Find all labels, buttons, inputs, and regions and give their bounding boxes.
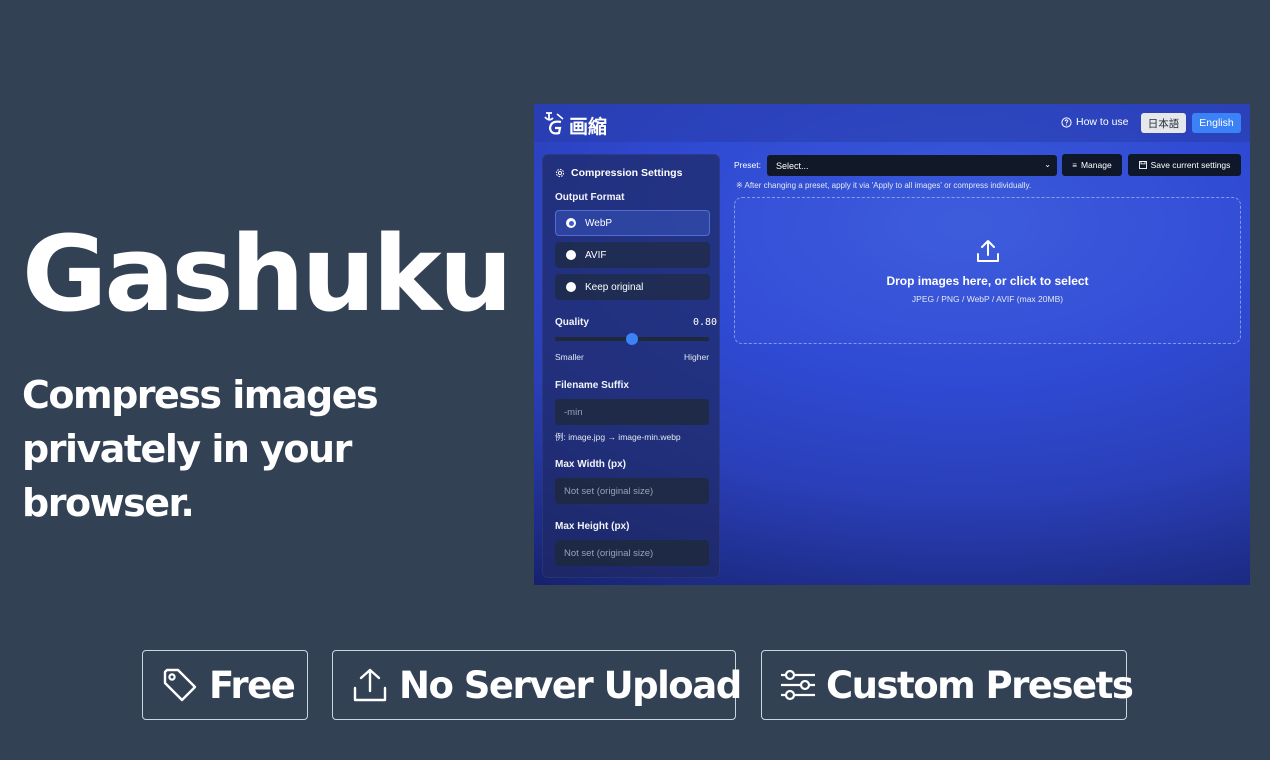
sliders-icon [781, 669, 815, 701]
save-settings-label: Save current settings [1150, 160, 1231, 170]
hero-subtitle: Compress images privately in your browse… [22, 368, 522, 530]
feature-custom-presets: Custom Presets [761, 650, 1134, 720]
format-option-keep-original[interactable]: Keep original [555, 274, 710, 300]
upload-icon [353, 668, 387, 702]
app-header: 画縮 How to use 日本語 English [534, 104, 1250, 142]
preset-selected-value: Select... [776, 160, 809, 171]
quality-max-label: Higher [684, 352, 710, 362]
output-format-label: Output Format [555, 192, 625, 203]
format-option-label: WebP [585, 217, 613, 229]
radio-icon [566, 282, 576, 292]
gear-icon [555, 168, 565, 178]
quality-value: 0.80 [693, 317, 718, 328]
logo-text: 画縮 [569, 116, 608, 138]
feature-free: Free [142, 650, 308, 720]
save-icon [1138, 161, 1147, 169]
preset-label: Preset: [734, 160, 761, 170]
settings-title-label: Compression Settings [571, 167, 683, 179]
dropzone-main-text: Drop images here, or click to select [886, 274, 1089, 288]
format-option-label: AVIF [585, 249, 607, 261]
quality-label: Quality [555, 317, 589, 328]
app-screenshot: 画縮 How to use 日本語 English Compression Se… [534, 104, 1250, 585]
feature-label: Free [209, 663, 296, 707]
compression-settings-panel: Compression Settings Output Format WebP … [542, 154, 720, 578]
lang-english-button[interactable]: English [1192, 113, 1241, 133]
dropzone-sub-text: JPEG / PNG / WebP / AVIF (max 20MB) [911, 294, 1064, 304]
suffix-example: 例: image.jpg → image-min.webp [555, 432, 681, 442]
max-width-input[interactable]: Not set (original size) [555, 478, 709, 504]
preset-select[interactable]: Select... ⌄ [767, 155, 1057, 176]
manage-label: Manage [1080, 160, 1112, 170]
radio-icon [566, 250, 576, 260]
manage-presets-button[interactable]: ≡ Manage [1062, 154, 1122, 176]
lang-japanese-button[interactable]: 日本語 [1141, 113, 1186, 133]
preset-note: ※ After changing a preset, apply it via … [736, 181, 1032, 190]
how-to-use-link[interactable]: How to use [1061, 116, 1129, 128]
format-option-avif[interactable]: AVIF [555, 242, 710, 268]
feature-label: Custom Presets [826, 663, 1134, 707]
list-icon: ≡ [1072, 160, 1077, 170]
radio-icon [566, 218, 576, 228]
save-settings-button[interactable]: Save current settings [1128, 154, 1241, 176]
max-height-input[interactable]: Not set (original size) [555, 540, 709, 566]
suffix-input[interactable]: -min [555, 399, 709, 425]
hero-subtitle-line2: privately in your browser. [22, 427, 352, 525]
feature-no-server-upload: No Server Upload [332, 650, 742, 720]
image-dropzone[interactable]: Drop images here, or click to select JPE… [734, 197, 1241, 344]
how-to-use-label: How to use [1076, 116, 1129, 128]
format-option-webp[interactable]: WebP [555, 210, 710, 236]
max-height-label: Max Height (px) [555, 521, 630, 532]
hero-subtitle-line1: Compress images [22, 373, 379, 417]
max-width-label: Max Width (px) [555, 459, 627, 470]
quality-slider-thumb[interactable] [626, 333, 638, 345]
upload-icon [977, 240, 999, 262]
logo-icon [544, 112, 564, 135]
hero-title: Gashuku [22, 213, 513, 335]
format-option-label: Keep original [585, 281, 644, 293]
tag-icon [163, 668, 197, 702]
feature-label: No Server Upload [399, 663, 742, 707]
settings-title: Compression Settings [555, 167, 682, 179]
chevron-down-icon: ⌄ [1044, 160, 1051, 169]
quality-min-label: Smaller [555, 352, 584, 362]
help-icon [1061, 116, 1072, 128]
suffix-label: Filename Suffix [555, 380, 629, 391]
